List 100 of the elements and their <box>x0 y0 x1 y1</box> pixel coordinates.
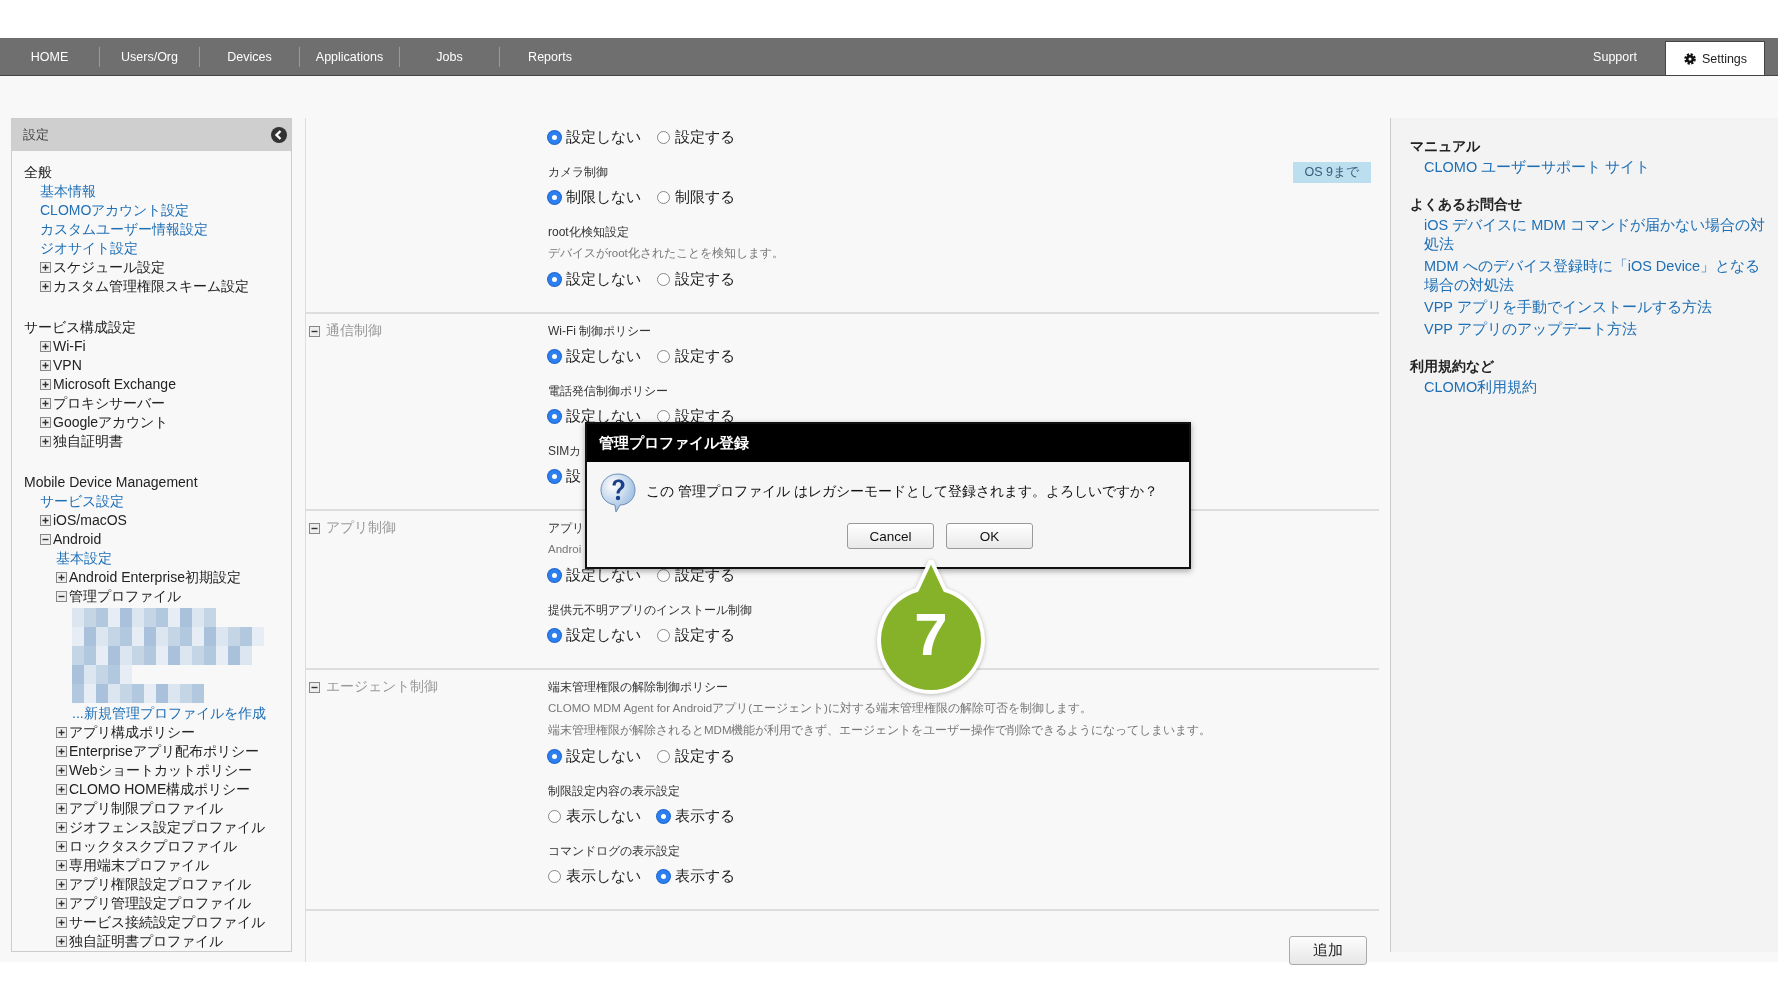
expand-icon[interactable] <box>56 936 67 947</box>
expand-icon[interactable] <box>56 727 67 738</box>
tree-item[interactable]: アプリ権限設定プロファイル <box>69 875 251 894</box>
radio-option[interactable]: 設定しない <box>548 269 641 289</box>
radio-option[interactable]: 設 <box>548 466 581 486</box>
tree-item[interactable]: Android <box>53 530 102 549</box>
expand-icon[interactable] <box>40 360 51 371</box>
tree-item[interactable]: アプリ構成ポリシー <box>69 723 195 742</box>
tree-item[interactable]: Android Enterprise初期設定 <box>69 568 241 587</box>
tree-item[interactable]: 管理プロファイル <box>69 587 181 606</box>
expand-icon[interactable] <box>56 822 67 833</box>
tree-item[interactable]: プロキシサーバー <box>53 394 165 413</box>
radio-option[interactable]: 表示しない <box>548 806 641 826</box>
nav-tab[interactable]: Reports <box>500 38 600 75</box>
tree-item[interactable]: ジオフェンス設定プロファイル <box>69 818 265 837</box>
help-link[interactable]: CLOMO利用規約 <box>1424 378 1538 397</box>
expand-icon[interactable] <box>56 860 67 871</box>
radio-option[interactable]: 表示する <box>657 866 735 886</box>
tree-item[interactable]: 独自証明書プロファイル <box>69 932 223 951</box>
tree-item[interactable]: ロックタスクプロファイル <box>69 837 237 856</box>
radio-option[interactable]: 設定する <box>657 127 735 147</box>
tree-item[interactable]: アプリ管理設定プロファイル <box>69 894 251 913</box>
expand-icon[interactable] <box>56 879 67 890</box>
sidebar-link[interactable]: カスタムユーザー情報設定 <box>40 220 208 239</box>
tree-item[interactable]: カスタム管理権限スキーム設定 <box>53 277 249 296</box>
radio-option[interactable]: 設定しない <box>548 127 641 147</box>
radio-option[interactable]: 設定しない <box>548 625 641 645</box>
expand-icon[interactable] <box>56 803 67 814</box>
tree-item[interactable]: 独自証明書 <box>53 432 123 451</box>
nav-tab[interactable]: Devices <box>200 47 300 67</box>
help-heading: 利用規約など <box>1410 357 1494 376</box>
tree-item[interactable]: Googleアカウント <box>53 413 169 432</box>
expand-icon[interactable] <box>56 898 67 909</box>
collapse-icon[interactable] <box>309 522 320 534</box>
collapse-icon[interactable] <box>309 325 320 337</box>
tree-item[interactable]: Webショートカットポリシー <box>69 761 252 780</box>
radio-option[interactable]: 設定する <box>657 346 735 366</box>
expand-icon[interactable] <box>56 841 67 852</box>
help-link[interactable]: VPP アプリを手動でインストールする方法 <box>1424 298 1712 317</box>
expand-icon[interactable] <box>56 917 67 928</box>
nav-tab[interactable]: HOME <box>0 47 100 67</box>
sidebar-link[interactable]: 基本情報 <box>40 182 96 201</box>
radio-option[interactable]: 表示する <box>657 806 735 826</box>
help-link[interactable]: CLOMO ユーザーサポート サイト <box>1424 158 1651 177</box>
dialog-button[interactable]: OK <box>946 523 1033 549</box>
field-label: 制限設定内容の表示設定 <box>548 782 680 800</box>
nav-tab[interactable]: Users/Org <box>100 47 200 67</box>
nav-tab[interactable]: Settings <box>1665 41 1765 75</box>
radio-option[interactable]: 設定する <box>657 625 735 645</box>
add-button[interactable]: 追加 <box>1289 936 1367 965</box>
radio-option[interactable]: 設定しない <box>548 746 641 766</box>
tree-item[interactable]: 専用端末プロファイル <box>69 856 209 875</box>
collapse-icon[interactable] <box>40 534 51 545</box>
expand-icon[interactable] <box>56 784 67 795</box>
nav-tab[interactable]: Jobs <box>400 47 500 67</box>
tree-item[interactable]: Enterpriseアプリ配布ポリシー <box>69 742 259 761</box>
expand-icon[interactable] <box>40 398 51 409</box>
tree-item[interactable]: Wi-Fi <box>53 337 86 356</box>
tree-item[interactable]: iOS/macOS <box>53 511 127 530</box>
section-title: アプリ制御 <box>326 519 396 537</box>
sidebar-section-title: サービス構成設定 <box>24 318 137 337</box>
tree-item[interactable]: スケジュール設定 <box>53 258 165 277</box>
tree-item[interactable]: サービス接続設定プロファイル <box>69 913 265 932</box>
radio-option[interactable]: 設定しない <box>548 346 641 366</box>
field-description: CLOMO MDM Agent for Androidアプリ(エージェント)に対する端末管理権限の解除可否を制御します。 <box>548 701 1092 716</box>
expand-icon[interactable] <box>40 341 51 352</box>
tree-item[interactable]: CLOMO HOME構成ポリシー <box>69 780 251 799</box>
sidebar-link[interactable]: ジオサイト設定 <box>40 239 138 258</box>
collapse-icon[interactable] <box>309 681 320 693</box>
radio-option[interactable]: 設定する <box>657 269 735 289</box>
collapse-icon[interactable] <box>56 591 67 602</box>
nav-tab[interactable]: Applications <box>300 47 400 67</box>
help-link[interactable]: iOS デバイスに MDM コマンドが届かない場合の対処法 <box>1424 216 1770 254</box>
expand-icon[interactable] <box>56 572 67 583</box>
expand-icon[interactable] <box>40 436 51 447</box>
radio-option[interactable]: 設定する <box>657 746 735 766</box>
expand-icon[interactable] <box>40 262 51 273</box>
radio-option[interactable]: 制限しない <box>548 187 641 207</box>
expand-icon[interactable] <box>56 746 67 757</box>
sidebar-link[interactable]: 基本設定 <box>56 549 112 568</box>
tree-item[interactable]: Microsoft Exchange <box>53 375 176 394</box>
help-link[interactable]: VPP アプリのアップデート方法 <box>1424 320 1637 339</box>
tree-item[interactable]: アプリ制限プロファイル <box>69 799 223 818</box>
expand-icon[interactable] <box>56 765 67 776</box>
help-link[interactable]: MDM へのデバイス登録時に「iOS Device」となる場合の対処法 <box>1424 257 1770 295</box>
tree-item[interactable]: VPN <box>53 356 82 375</box>
expand-icon[interactable] <box>40 417 51 428</box>
sidebar-link[interactable]: ...新規管理プロファイルを作成 <box>72 704 266 723</box>
dialog-button[interactable]: Cancel <box>847 523 934 549</box>
nav-tab[interactable]: Support <box>1565 38 1665 75</box>
radio-option[interactable]: 制限する <box>657 187 735 207</box>
field-label: root化検知設定 <box>548 223 629 241</box>
radio-option[interactable]: 設定しない <box>548 565 641 585</box>
expand-icon[interactable] <box>40 379 51 390</box>
sidebar-link[interactable]: CLOMOアカウント設定 <box>40 201 190 220</box>
radio-option[interactable]: 表示しない <box>548 866 641 886</box>
sidebar-link[interactable]: サービス設定 <box>40 492 124 511</box>
expand-icon[interactable] <box>40 281 51 292</box>
expand-icon[interactable] <box>40 515 51 526</box>
help-heading: よくあるお問合せ <box>1410 195 1522 214</box>
